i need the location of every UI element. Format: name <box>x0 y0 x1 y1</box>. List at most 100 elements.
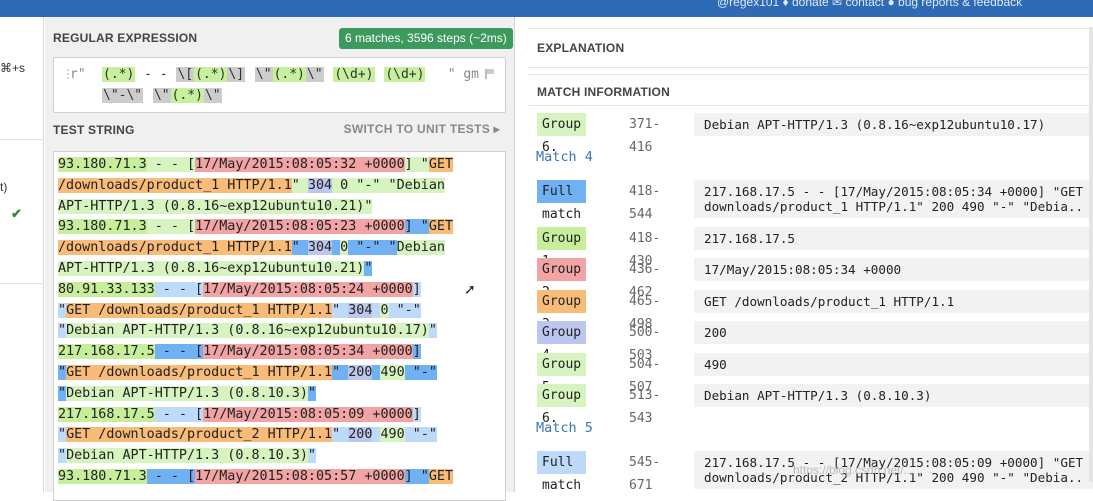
highlight-segment: " <box>428 323 437 339</box>
highlight-segment: 0 <box>380 302 389 318</box>
top-links[interactable]: @regex101 ♦ donate ✉ contact ● bug repor… <box>717 0 1087 9</box>
highlight-segment: Debian <box>396 177 445 193</box>
test-string-line: 93.180.71.3 - - [17/May/2015:08:05:32 +0… <box>58 154 454 175</box>
highlight-segment: "-" " <box>348 240 397 256</box>
highlight-segment: - - [ <box>146 469 196 484</box>
highlight-segment: Debian APT-HTTP/1.3 (0.8.10.3) <box>66 448 308 464</box>
test-string-line: 217.168.17.5 - - [17/May/2015:08:05:34 +… <box>58 341 421 362</box>
regex-token: (.*) <box>170 88 204 103</box>
match-value: 490 <box>694 352 1093 376</box>
match-value: 17/May/2015:08:05:34 +0000 <box>694 258 1093 281</box>
highlight-segment: - - [ <box>146 219 196 235</box>
regex-token: (\d+) <box>384 67 426 82</box>
match-title[interactable]: Match 4 <box>536 149 593 165</box>
highlight-segment: " <box>332 302 349 318</box>
regex-line-1[interactable]: (.*) - - \[(.*) \] \" (.*) \" (\d+) (\d+) <box>102 67 426 82</box>
highlight-segment: " <box>58 365 67 380</box>
highlight-segment: GET <box>428 157 454 172</box>
regex-flags[interactable]: " gm <box>448 67 479 82</box>
divider <box>528 74 1093 75</box>
match-value: 217.168.17.5 <box>694 226 1093 250</box>
regex-token: (.*) <box>194 67 228 82</box>
flag-icon[interactable] <box>485 69 495 79</box>
highlight-segment: 93.180.71.3 <box>58 157 147 172</box>
test-string-line: "Debian APT-HTTP/1.3 (0.8.10.3)" <box>58 383 316 404</box>
divider <box>0 139 44 140</box>
test-string-line: /downloads/product_1 HTTP/1.1" 304 0 "-"… <box>58 175 445 196</box>
highlight-segment: " <box>58 302 67 318</box>
explanation-title[interactable]: EXPLANATION <box>537 41 624 55</box>
group-label: Group 1. <box>537 226 587 269</box>
divider <box>0 283 44 284</box>
regex-input[interactable]: ⋮ r" (.*) - - \[(.*) \] \" (.*) \" (\d+) (\… <box>53 57 506 113</box>
highlight-segment: /downloads/product_1 HTTP/1.1 <box>58 240 292 256</box>
regex-token: \" <box>254 67 273 82</box>
highlight-segment: Debian APT-HTTP/1.3 (0.8.16~exp12ubuntu1… <box>66 323 429 339</box>
highlight-segment <box>332 177 341 193</box>
highlight-segment: - - [ <box>146 157 196 172</box>
test-string-line: "GET /downloads/product_1 HTTP/1.1" 304 … <box>58 300 421 321</box>
group-label: Group 5. <box>537 352 587 395</box>
highlight-segment: ] <box>412 406 421 422</box>
match-range: 513-543 <box>629 388 661 426</box>
highlight-segment: "-" <box>404 365 437 380</box>
test-string-line: "Debian APT-HTTP/1.3 (0.8.10.3)" <box>58 445 316 466</box>
regex-token: (\d+) <box>333 67 375 82</box>
match-range: 545-671 <box>629 454 661 493</box>
scrollbar[interactable] <box>1089 27 1093 482</box>
highlight-segment: 304 <box>348 302 373 318</box>
match-range: 371-416 <box>629 117 661 155</box>
highlight-segment: Debian <box>396 240 445 256</box>
save-shortcut-label: ⌘+s <box>0 61 26 75</box>
highlight-segment: "-" <box>404 427 437 443</box>
match-count-badge: 6 matches, 3596 steps (~2ms) <box>339 28 513 49</box>
regex-token: \" <box>152 88 171 103</box>
highlight-segment: 17/May/2015:08:05:23 +0000 <box>195 219 405 235</box>
test-string-line: APT-HTTP/1.3 (0.8.16~exp12ubuntu10.21)" <box>58 258 373 279</box>
highlight-segment: " <box>332 365 349 380</box>
regex-token: (.*) <box>102 67 136 82</box>
regex-token: (.*) <box>272 67 306 82</box>
regex-token <box>375 67 385 82</box>
highlight-segment: " <box>307 448 316 464</box>
highlight-segment: " <box>58 323 67 339</box>
regex-line-2[interactable]: \"-\" \" (.*) \" <box>102 88 222 103</box>
left-sidebar: ⌘+s t) ✔ <box>0 17 44 492</box>
test-string-line: 217.168.17.5 - - [17/May/2015:08:05:09 +… <box>58 404 421 425</box>
highlight-segment: ] " <box>404 469 429 484</box>
highlight-segment: " <box>332 427 349 443</box>
highlight-segment: 490 <box>380 365 405 380</box>
watermark: https://blog.csdn.net/... <box>793 463 914 477</box>
highlight-segment: 200 <box>348 427 373 443</box>
group-label: Group 6. <box>537 384 587 426</box>
highlight-segment: 304 <box>307 240 333 256</box>
highlight-segment: ] " <box>404 219 429 235</box>
highlight-segment: 17/May/2015:08:05:09 +0000 <box>203 406 413 422</box>
divider <box>528 105 1093 106</box>
editor-panel: REGULAR EXPRESSION 6 matches, 3596 steps… <box>45 17 515 501</box>
highlight-segment: " <box>307 385 316 401</box>
highlight-segment: 200 <box>348 365 373 380</box>
mouse-cursor-icon: ➚ <box>464 281 476 297</box>
highlight-segment: ] " <box>404 157 429 172</box>
highlight-segment: "-" " <box>348 177 397 193</box>
full-match-label: Full match <box>537 179 587 222</box>
highlight-segment: 217.168.17.5 <box>58 344 155 360</box>
test-string-input[interactable]: 93.180.71.3 - - [17/May/2015:08:05:32 +0… <box>53 151 506 501</box>
match-information-title[interactable]: MATCH INFORMATION <box>537 85 670 99</box>
switch-to-unit-tests-link[interactable]: SWITCH TO UNIT TESTS ▸ <box>344 122 500 136</box>
test-string-line: "Debian APT-HTTP/1.3 (0.8.16~exp12ubuntu… <box>58 320 437 341</box>
test-string-line: "GET /downloads/product_2 HTTP/1.1" 200 … <box>58 424 437 445</box>
check-icon: ✔ <box>11 206 22 221</box>
match-title[interactable]: Match 5 <box>536 420 593 436</box>
match-value: 200 <box>694 321 1093 344</box>
divider <box>528 28 1093 29</box>
group-label: Group 2. <box>537 258 587 300</box>
match-value: 217.168.17.5 - - [17/May/2015:08:05:34 +… <box>694 179 1093 218</box>
regex-delimiter: r" <box>70 67 86 82</box>
sidebar-option-label[interactable]: t) <box>0 180 7 194</box>
test-string-line: 80.91.33.133 - - [17/May/2015:08:05:24 +… <box>58 279 421 300</box>
divider <box>528 67 1093 68</box>
regex-token: \[ <box>176 67 195 82</box>
highlight-segment: - - [ <box>154 281 204 297</box>
